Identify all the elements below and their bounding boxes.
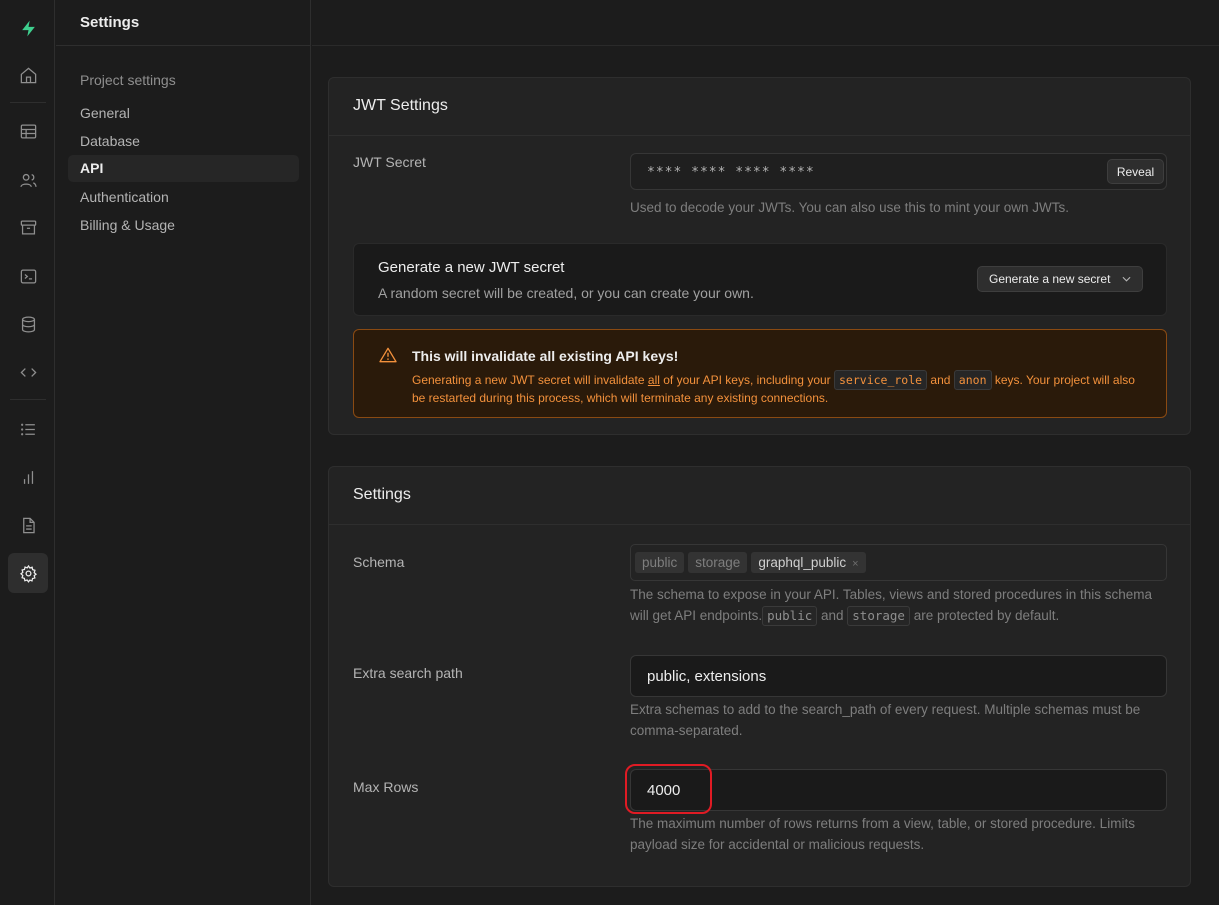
rail-divider (10, 102, 46, 103)
storage-chip: storage (847, 605, 910, 626)
users-icon[interactable] (8, 160, 48, 200)
jwt-secret-value: **** **** **** **** (647, 165, 815, 180)
jwt-secret-field: **** **** **** **** Reveal (630, 153, 1167, 190)
supabase-logo-icon[interactable] (8, 8, 48, 48)
warning-text: Generating a new JWT secret will invalid… (412, 370, 1147, 406)
search-path-help: Extra schemas to add to the search_path … (630, 702, 1141, 738)
docs-icon[interactable] (8, 505, 48, 545)
schema-label: Schema (353, 554, 405, 570)
generate-secret-card: Generate a new JWT secret A random secre… (353, 243, 1167, 316)
generate-secret-subtitle: A random secret will be created, or you … (378, 285, 754, 301)
schema-help-text: and (817, 607, 848, 623)
highlight-annotation (625, 764, 712, 814)
table-editor-icon[interactable] (8, 111, 48, 151)
rail-divider (10, 399, 46, 400)
top-bar (312, 0, 1219, 46)
reports-icon[interactable] (8, 457, 48, 497)
search-path-input[interactable]: public, extensions (630, 655, 1167, 697)
menu-item-authentication[interactable]: Authentication (68, 184, 299, 211)
generate-secret-title: Generate a new JWT secret (378, 259, 565, 276)
jwt-settings-title: JWT Settings (329, 78, 1190, 136)
jwt-secret-help: Used to decode your JWTs. You can also u… (630, 200, 1069, 215)
warning-text-part: of your API keys, including your (659, 373, 834, 387)
main-content: JWT Settings JWT Secret **** **** **** *… (312, 0, 1219, 905)
api-settings-title: Settings (329, 467, 1190, 525)
logs-icon[interactable] (8, 409, 48, 449)
search-path-label: Extra search path (353, 665, 463, 681)
reveal-button[interactable]: Reveal (1107, 159, 1164, 184)
menu-item-api[interactable]: API (68, 155, 299, 182)
max-rows-label: Max Rows (353, 779, 419, 795)
warning-text-part: and (927, 373, 954, 387)
schema-tag-graphql-public[interactable]: graphql_public × (751, 552, 866, 573)
app-window: Settings Project settings General Databa… (0, 0, 1219, 905)
home-icon[interactable] (8, 55, 48, 95)
schema-help: The schema to expose in your API. Tables… (630, 585, 1170, 626)
chevron-down-icon (1122, 276, 1131, 282)
menu-item-database[interactable]: Database (68, 128, 299, 155)
max-rows-help: The maximum number of rows returns from … (630, 816, 1135, 852)
jwt-secret-label: JWT Secret (353, 154, 426, 170)
generate-secret-button-label: Generate a new secret (989, 272, 1111, 286)
menu-item-billing[interactable]: Billing & Usage (68, 212, 299, 239)
service-role-chip: service_role (834, 370, 928, 390)
schema-tag-label: graphql_public (758, 555, 847, 570)
api-settings-panel: Settings Schema public storage graphql_p… (328, 466, 1191, 887)
invalidate-warning: This will invalidate all existing API ke… (353, 329, 1167, 418)
schema-tag-public[interactable]: public (635, 552, 685, 573)
schema-tag-storage[interactable]: storage (688, 552, 748, 573)
schema-help-text: are protected by default. (909, 607, 1060, 623)
warning-icon (379, 347, 397, 363)
warning-text-part: Generating a new JWT secret will invalid… (412, 373, 648, 387)
menu-group-title: Project settings (80, 72, 176, 88)
storage-icon[interactable] (8, 207, 48, 247)
warning-title: This will invalidate all existing API ke… (412, 348, 679, 364)
menu-title: Settings (56, 0, 310, 46)
warning-emphasis: all (647, 373, 660, 387)
menu-item-general[interactable]: General (68, 100, 299, 127)
public-chip: public (762, 605, 818, 626)
settings-menu: Settings Project settings General Databa… (56, 0, 311, 905)
api-docs-icon[interactable] (8, 352, 48, 392)
remove-tag-icon[interactable]: × (852, 558, 858, 570)
anon-chip: anon (953, 370, 992, 390)
database-icon[interactable] (8, 304, 48, 344)
schema-select[interactable]: public storage graphql_public × (630, 544, 1167, 581)
sql-editor-icon[interactable] (8, 256, 48, 296)
jwt-settings-panel: JWT Settings JWT Secret **** **** **** *… (328, 77, 1191, 435)
generate-secret-button[interactable]: Generate a new secret (977, 266, 1143, 292)
settings-icon[interactable] (8, 553, 48, 593)
icon-rail (0, 0, 55, 905)
